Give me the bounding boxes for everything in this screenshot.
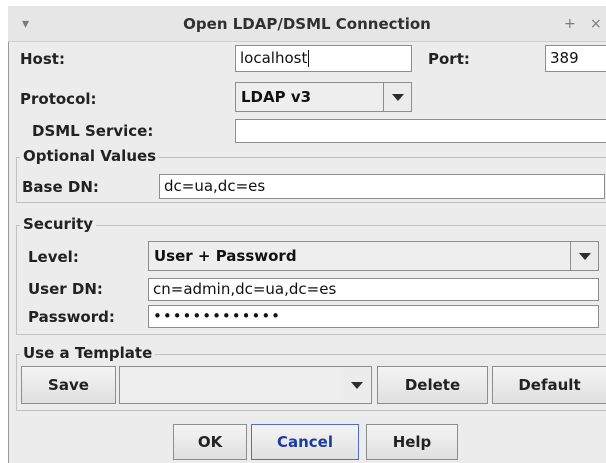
optional-values-legend: Optional Values (20, 147, 160, 165)
protocol-select[interactable]: LDAP v3 (235, 82, 412, 112)
save-template-button[interactable]: Save (21, 366, 116, 404)
chevron-down-icon (578, 252, 591, 260)
template-select[interactable] (119, 366, 372, 404)
dsml-service-label: DSML Service: (32, 122, 154, 140)
password-label: Password: (28, 308, 115, 326)
user-dn-label: User DN: (28, 280, 103, 298)
delete-template-button[interactable]: Delete (377, 366, 488, 404)
default-template-button[interactable]: Default (492, 366, 606, 404)
protocol-dropdown-button[interactable] (383, 83, 411, 111)
security-level-select[interactable]: User + Password (148, 241, 599, 271)
port-input[interactable]: 389 (545, 45, 606, 72)
host-value: localhost (240, 49, 308, 67)
template-legend: Use a Template (20, 344, 156, 362)
user-dn-input[interactable]: cn=admin,dc=ua,dc=es (148, 278, 599, 301)
template-dropdown-button[interactable] (343, 367, 371, 403)
host-label: Host: (20, 50, 65, 68)
base-dn-input[interactable]: dc=ua,dc=es (159, 174, 605, 199)
level-label: Level: (28, 248, 79, 266)
close-icon[interactable]: × (590, 6, 602, 42)
host-input[interactable]: localhost (235, 45, 412, 72)
base-dn-label: Base DN: (22, 178, 99, 196)
window-title: Open LDAP/DSML Connection (183, 15, 431, 33)
maximize-icon[interactable]: + (564, 6, 576, 42)
help-button[interactable]: Help (366, 424, 458, 460)
protocol-value: LDAP v3 (241, 88, 312, 106)
ok-button[interactable]: OK (173, 424, 247, 460)
dsml-service-input[interactable] (235, 119, 606, 143)
window-menu-icon[interactable]: ▾ (22, 6, 29, 42)
security-level-value: User + Password (154, 247, 297, 265)
password-input[interactable]: ••••••••••••• (148, 305, 599, 328)
text-cursor (308, 50, 310, 67)
chevron-down-icon (391, 93, 404, 101)
security-level-dropdown-button[interactable] (570, 242, 598, 270)
chevron-down-icon (351, 381, 363, 389)
cancel-button[interactable]: Cancel (251, 424, 359, 460)
protocol-label: Protocol: (20, 90, 97, 108)
security-legend: Security (20, 215, 97, 233)
title-bar: Open LDAP/DSML Connection ▾ + × (8, 6, 606, 42)
port-label: Port: (428, 50, 470, 68)
